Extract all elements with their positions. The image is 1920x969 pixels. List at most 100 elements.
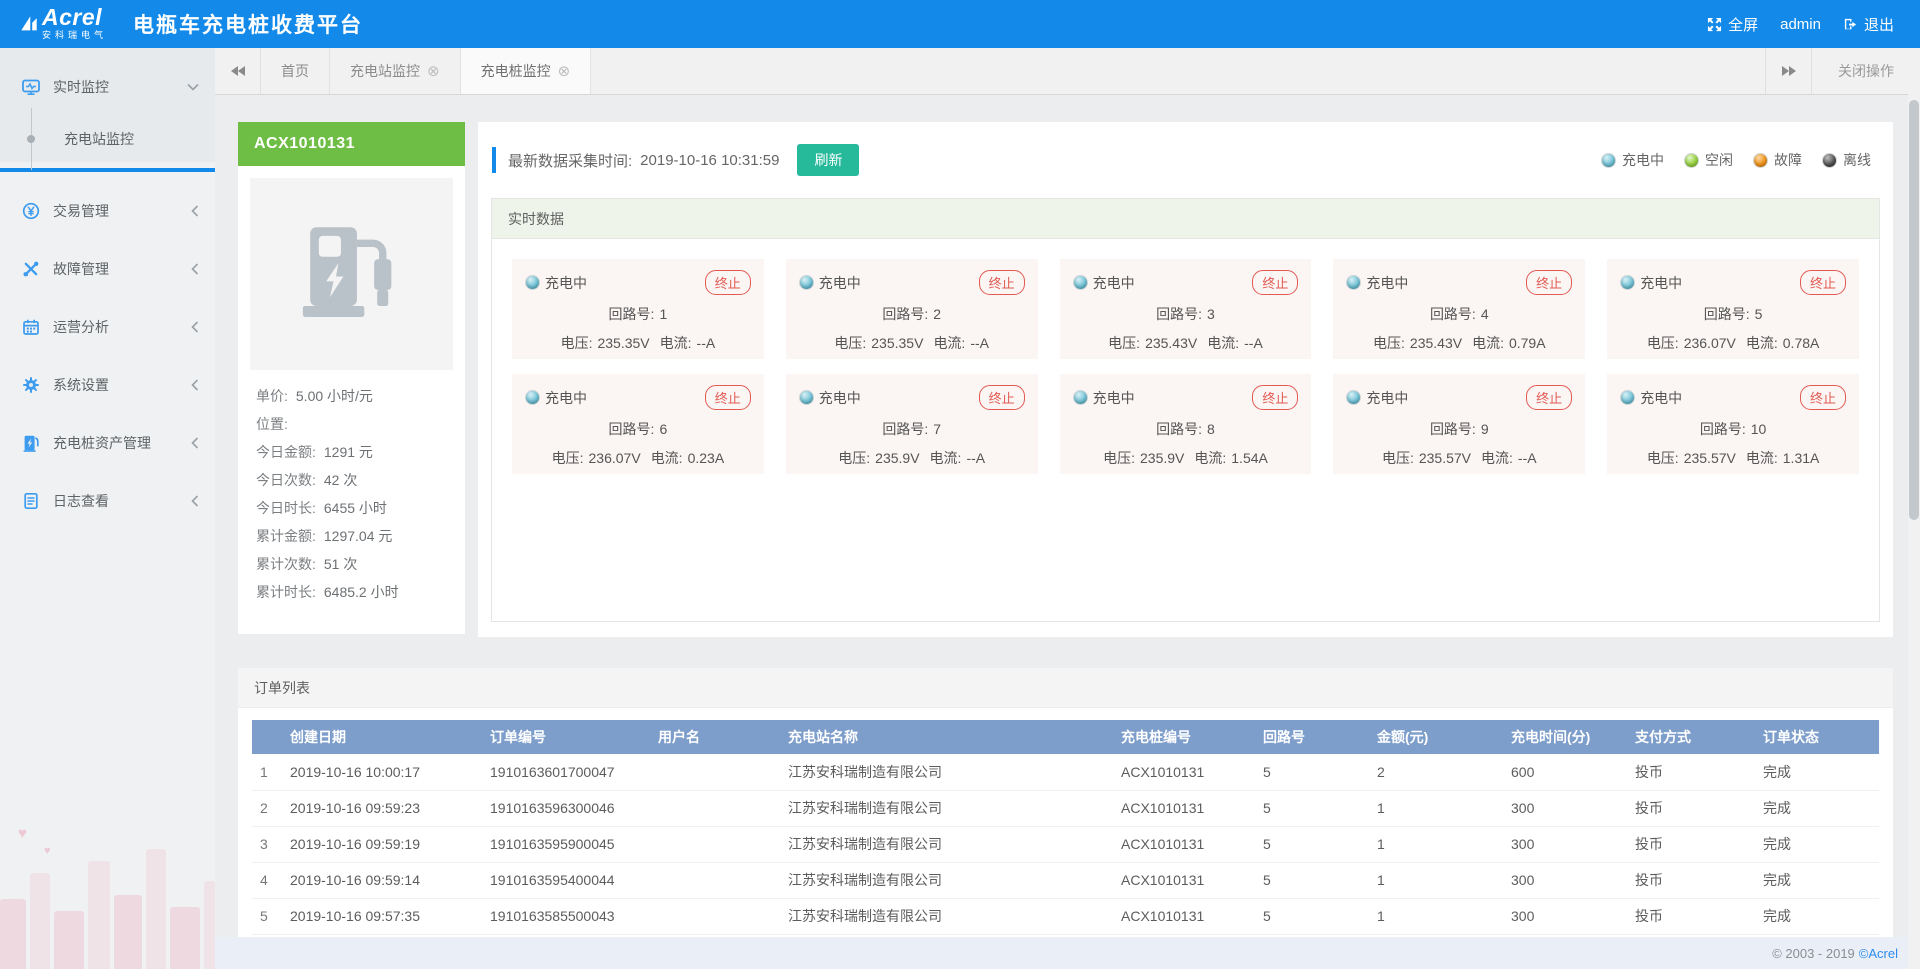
close-operations-button[interactable]: 关闭操作	[1811, 48, 1920, 94]
transaction-icon	[22, 202, 40, 220]
col-pile-no: 充电桩编号	[1113, 720, 1255, 754]
terminate-button[interactable]: 终止	[1526, 385, 1572, 410]
order-row[interactable]: 12019-10-16 10:00:171910163601700047江苏安科…	[252, 754, 1879, 790]
sidebar-item-station-monitor[interactable]: 充电站监控	[0, 116, 215, 162]
charging-status-icon	[1073, 390, 1088, 405]
acrel-logo-icon	[20, 15, 38, 33]
order-row[interactable]: 32019-10-16 09:59:191910163595900045江苏安科…	[252, 826, 1879, 862]
current-value: --A	[970, 335, 989, 351]
terminate-button[interactable]: 终止	[1800, 385, 1846, 410]
charging-pile-asset-icon	[22, 434, 40, 452]
voltage-value: 236.07V	[589, 450, 641, 466]
voltage-value: 235.43V	[1410, 335, 1462, 351]
city-skyline-decoration: ♥ ♥	[0, 819, 215, 969]
close-icon[interactable]: ⊗	[558, 64, 571, 79]
current-value: 0.78A	[1783, 335, 1820, 351]
tab-home[interactable]: 首页	[261, 48, 330, 94]
voltage-value: 235.9V	[875, 450, 919, 466]
voltage-value: 235.35V	[871, 335, 923, 351]
terminate-button[interactable]: 终止	[1526, 270, 1572, 295]
realtime-data-title: 实时数据	[492, 199, 1879, 239]
sidebar-item-label: 运营分析	[53, 317, 109, 337]
fault-status-icon	[1753, 153, 1768, 168]
order-row[interactable]: 42019-10-16 09:59:141910163595400044江苏安科…	[252, 862, 1879, 898]
col-status: 订单状态	[1755, 720, 1879, 754]
logout-label: 退出	[1864, 14, 1894, 35]
terminate-button[interactable]: 终止	[979, 270, 1025, 295]
tab-pile-monitor[interactable]: 充电桩监控 ⊗	[461, 48, 592, 94]
double-chevron-right-icon	[1781, 65, 1797, 77]
fault-icon	[22, 260, 40, 278]
terminate-button[interactable]: 终止	[1800, 270, 1846, 295]
logo-text: Acrel	[42, 7, 107, 27]
sidebar-item-label: 日志查看	[53, 491, 109, 511]
logout-button[interactable]: 退出	[1843, 14, 1894, 35]
stat-today-count: 今日次数:42 次	[256, 466, 447, 494]
sidebar-item-label: 故障管理	[53, 259, 109, 279]
acrel-link[interactable]: ©Acrel	[1859, 946, 1898, 961]
chevron-left-icon	[191, 263, 199, 275]
circuit-card-2: 充电中终止 回路号:2 电压:235.35V电流:--A	[786, 259, 1038, 359]
stat-total-duration: 累计时长:6485.2 小时	[256, 578, 447, 606]
stat-today-duration: 今日时长:6455 小时	[256, 494, 447, 522]
orders-panel: 订单列表 创建日期 订单编号 用户名 充电站名称	[238, 668, 1893, 937]
sidebar-item-label: 实时监控	[53, 77, 109, 97]
realtime-monitor-panel: 最新数据采集时间: 2019-10-16 10:31:59 刷新 充电中 空闲 …	[478, 122, 1893, 637]
tabs-scroll-left-button[interactable]	[215, 48, 261, 94]
col-order-no: 订单编号	[482, 720, 650, 754]
sidebar-item-pile-assets[interactable]: 充电桩资产管理	[0, 414, 215, 472]
terminate-button[interactable]: 终止	[979, 385, 1025, 410]
fullscreen-icon	[1707, 17, 1722, 32]
fullscreen-button[interactable]: 全屏	[1707, 14, 1758, 35]
username[interactable]: admin	[1780, 16, 1821, 33]
circuit-number: 9	[1481, 421, 1489, 437]
circuit-card-3: 充电中终止 回路号:3 电压:235.43V电流:--A	[1060, 259, 1312, 359]
circuit-card-10: 充电中终止 回路号:10 电压:235.57V电流:1.31A	[1607, 374, 1859, 474]
close-icon[interactable]: ⊗	[427, 64, 440, 79]
voltage-value: 235.9V	[1140, 450, 1184, 466]
logo-subtext: 安科瑞电气	[42, 28, 107, 41]
sidebar-item-faults[interactable]: 故障管理	[0, 240, 215, 298]
collect-time-label: 最新数据采集时间:	[508, 150, 632, 171]
sidebar-item-transactions[interactable]: 交易管理	[0, 182, 215, 240]
legend-charging: 充电中	[1601, 150, 1664, 170]
current-value: 0.23A	[688, 450, 725, 466]
current-value: --A	[966, 450, 985, 466]
col-amount: 金额(元)	[1369, 720, 1503, 754]
sidebar-item-realtime-monitor[interactable]: 实时监控	[0, 64, 215, 110]
charging-status-icon	[1073, 275, 1088, 290]
tab-bar: 首页 充电站监控 ⊗ 充电桩监控 ⊗ 关闭操作	[215, 48, 1920, 95]
sidebar-item-operations-analysis[interactable]: 运营分析	[0, 298, 215, 356]
terminate-button[interactable]: 终止	[705, 385, 751, 410]
device-stats: 单价:5.00 小时/元 位置: 今日金额:1291 元 今日次数:42 次 今…	[250, 382, 453, 606]
tabs-scroll-right-button[interactable]	[1765, 48, 1811, 94]
terminate-button[interactable]: 终止	[705, 270, 751, 295]
app-root: Acrel 安科瑞电气 电瓶车充电桩收费平台 全屏 admin	[0, 0, 1920, 969]
tab-station-monitor[interactable]: 充电站监控 ⊗	[330, 48, 461, 94]
header-actions: 全屏 admin 退出	[1707, 14, 1920, 35]
calendar-icon	[22, 318, 40, 336]
stat-total-amount: 累计金额:1297.04 元	[256, 522, 447, 550]
offline-status-icon	[1822, 153, 1837, 168]
chevron-left-icon	[191, 437, 199, 449]
scrollbar-thumb[interactable]	[1909, 100, 1919, 520]
order-row[interactable]: 22019-10-16 09:59:231910163596300046江苏安科…	[252, 790, 1879, 826]
app-header: Acrel 安科瑞电气 电瓶车充电桩收费平台 全屏 admin	[0, 0, 1920, 48]
scrollbar-track[interactable]	[1908, 48, 1920, 969]
terminate-button[interactable]: 终止	[1252, 270, 1298, 295]
circuit-card-9: 充电中终止 回路号:9 电压:235.57V电流:--A	[1333, 374, 1585, 474]
orders-panel-title: 订单列表	[238, 668, 1893, 708]
circuit-number: 10	[1751, 421, 1767, 437]
col-index	[252, 720, 282, 754]
idle-status-icon	[1684, 153, 1699, 168]
col-created: 创建日期	[282, 720, 482, 754]
terminate-button[interactable]: 终止	[1252, 385, 1298, 410]
order-row[interactable]: 52019-10-16 09:57:351910163585500043江苏安科…	[252, 898, 1879, 934]
refresh-button[interactable]: 刷新	[797, 144, 859, 176]
circuit-number: 8	[1207, 421, 1215, 437]
sidebar-item-logs[interactable]: 日志查看	[0, 472, 215, 530]
tab-label: 首页	[281, 61, 309, 81]
sidebar-item-settings[interactable]: 系统设置	[0, 356, 215, 414]
copyright-text: © 2003 - 2019	[1772, 946, 1855, 961]
device-card: ACX1010131	[238, 122, 465, 634]
